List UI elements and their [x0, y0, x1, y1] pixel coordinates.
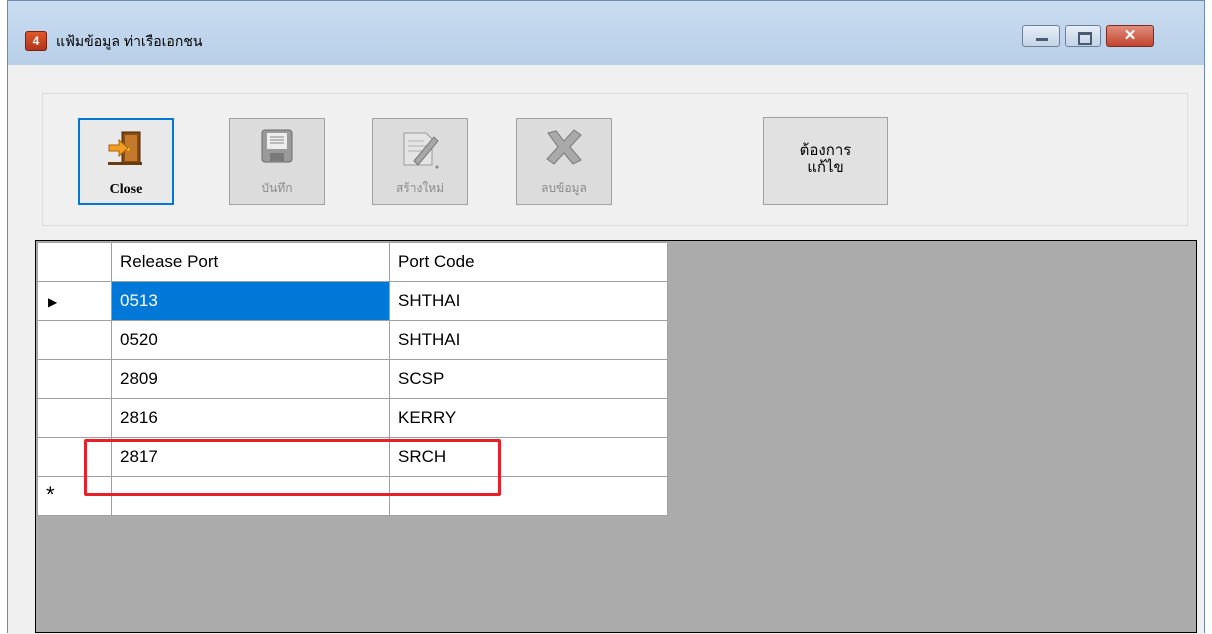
cell-release-port[interactable]	[111, 476, 390, 516]
cell-release-port[interactable]: 0520	[111, 320, 390, 360]
cell-port-code[interactable]	[389, 476, 668, 516]
cell-port-code[interactable]: SCSP	[389, 359, 668, 399]
row-header[interactable]	[37, 437, 112, 477]
window-title: แฟ้มข้อมูล ท่าเรือเอกชน	[56, 33, 203, 49]
maximize-button[interactable]	[1065, 25, 1101, 47]
maximize-icon	[1078, 32, 1092, 45]
new-button-label: สร้างใหม่	[395, 181, 445, 195]
new-row-asterisk-icon: *	[46, 482, 55, 507]
delete-button[interactable]: ลบข้อมูล	[516, 118, 612, 205]
cell-release-port[interactable]: 2809	[111, 359, 390, 399]
cell-port-code[interactable]: SHTHAI	[389, 320, 668, 360]
edit-button-label: ต้องการ แก้ไข	[764, 142, 887, 176]
row-header[interactable]	[37, 320, 112, 360]
window-close-button[interactable]: ✕	[1106, 25, 1154, 47]
cell-release-port[interactable]: 2817	[111, 437, 390, 477]
table-row[interactable]: ▶ 0513 SHTHAI	[37, 281, 668, 321]
close-button[interactable]: Close	[78, 118, 174, 205]
column-header-release-port[interactable]: Release Port	[111, 242, 390, 282]
new-row[interactable]: *	[37, 476, 668, 516]
minimize-icon	[1036, 38, 1048, 41]
table-row[interactable]: 2809 SCSP	[37, 359, 668, 399]
table-row[interactable]: 2816 KERRY	[37, 398, 668, 438]
row-header[interactable]	[37, 359, 112, 399]
cell-release-port[interactable]: 2816	[111, 398, 390, 438]
delete-x-icon	[546, 129, 582, 165]
close-icon: ✕	[1123, 27, 1137, 44]
floppy-disk-icon	[261, 129, 293, 163]
port-data-grid[interactable]: Release Port Port Code ▶ 0513 SHTHAI 052…	[37, 242, 668, 516]
current-row-arrow-icon: ▶	[48, 295, 58, 309]
edit-button-label-line1: ต้องการ	[799, 142, 852, 159]
save-button-label: บันทึก	[261, 181, 293, 195]
grid-header-row: Release Port Port Code	[37, 242, 668, 282]
close-button-label: Close	[109, 182, 143, 197]
title-bar[interactable]: 4 แฟ้มข้อมูล ท่าเรือเอกชน ✕	[8, 1, 1204, 65]
table-row[interactable]: 0520 SHTHAI	[37, 320, 668, 360]
minimize-button[interactable]	[1022, 25, 1060, 47]
edit-button-label-line2: แก้ไข	[807, 159, 844, 176]
save-button[interactable]: บันทึก	[229, 118, 325, 205]
edit-button[interactable]: ต้องการ แก้ไข	[763, 117, 888, 205]
app-icon: 4	[25, 31, 47, 51]
row-header-corner[interactable]	[37, 242, 112, 282]
row-header[interactable]: ▶	[37, 281, 112, 321]
cell-port-code[interactable]: SHTHAI	[389, 281, 668, 321]
new-button[interactable]: สร้างใหม่	[372, 118, 468, 205]
edit-document-icon	[403, 132, 439, 169]
row-header[interactable]: *	[37, 476, 112, 516]
row-header[interactable]	[37, 398, 112, 438]
cell-release-port[interactable]: 0513	[111, 281, 390, 321]
column-header-port-code[interactable]: Port Code	[389, 242, 668, 282]
data-grid-area: Release Port Port Code ▶ 0513 SHTHAI 052…	[35, 240, 1197, 633]
toolbar-panel	[42, 93, 1188, 226]
table-row[interactable]: 2817 SRCH	[37, 437, 668, 477]
cell-port-code[interactable]: SRCH	[389, 437, 668, 477]
delete-button-label: ลบข้อมูล	[541, 181, 587, 195]
exit-door-icon	[108, 131, 142, 165]
cell-port-code[interactable]: KERRY	[389, 398, 668, 438]
